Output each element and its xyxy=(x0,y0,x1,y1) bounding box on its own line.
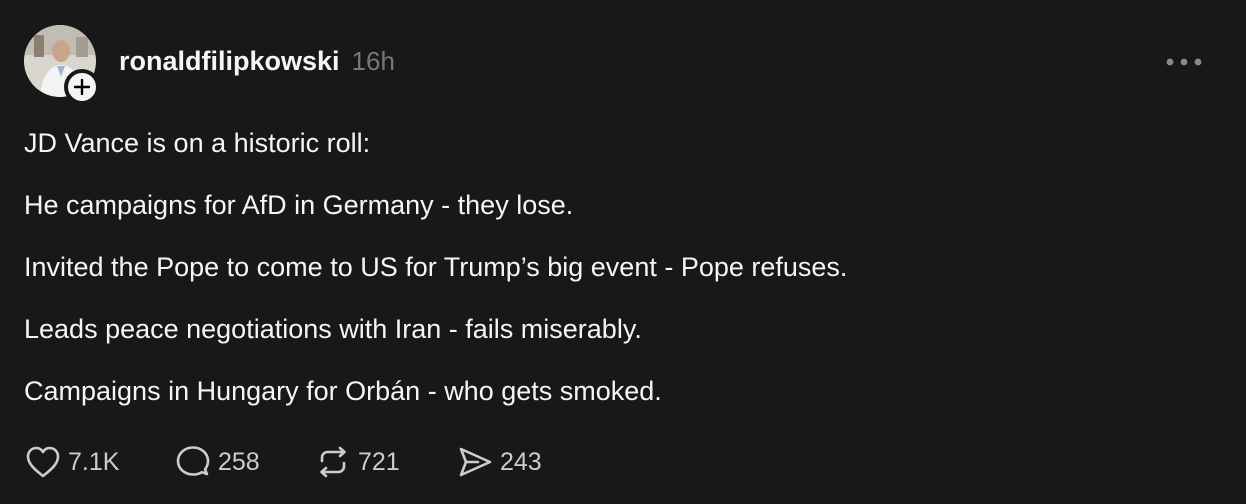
thread-post: ronaldfilipkowski 16h JD Vance is on a h… xyxy=(0,0,1246,504)
repost-button[interactable]: 721 xyxy=(314,442,456,482)
reply-count: 258 xyxy=(218,447,260,476)
share-count: 243 xyxy=(500,447,542,476)
post-text-line: He campaigns for AfD in Germany - they l… xyxy=(24,190,574,220)
like-count: 7.1K xyxy=(68,447,120,476)
comment-icon xyxy=(176,446,210,476)
like-button[interactable]: 7.1K xyxy=(24,442,174,482)
avatar-container[interactable] xyxy=(24,25,100,105)
plus-icon xyxy=(74,79,90,95)
reply-button[interactable]: 258 xyxy=(174,442,314,482)
post-text-line: Leads peace negotiations with Iran - fai… xyxy=(24,314,642,344)
post-text-line: Invited the Pope to come to US for Trump… xyxy=(24,252,848,282)
post-timestamp[interactable]: 16h xyxy=(352,46,395,77)
repost-count: 721 xyxy=(358,447,400,476)
more-options-button[interactable] xyxy=(1160,46,1208,78)
send-icon xyxy=(459,447,492,477)
post-text-line: Campaigns in Hungary for Orbán - who get… xyxy=(24,376,662,406)
heart-icon xyxy=(26,446,60,478)
share-button[interactable]: 243 xyxy=(456,442,576,482)
follow-button[interactable] xyxy=(64,69,100,105)
post-text-line: JD Vance is on a historic roll: xyxy=(24,128,371,158)
post-header: ronaldfilipkowski 16h xyxy=(119,46,395,82)
post-body: JD Vance is on a historic roll: He campa… xyxy=(24,126,1204,436)
post-actions-bar: 7.1K 258 721 243 xyxy=(24,442,576,482)
more-horizontal-icon xyxy=(1166,58,1202,66)
repost-icon xyxy=(320,446,346,478)
username-link[interactable]: ronaldfilipkowski xyxy=(119,46,340,77)
